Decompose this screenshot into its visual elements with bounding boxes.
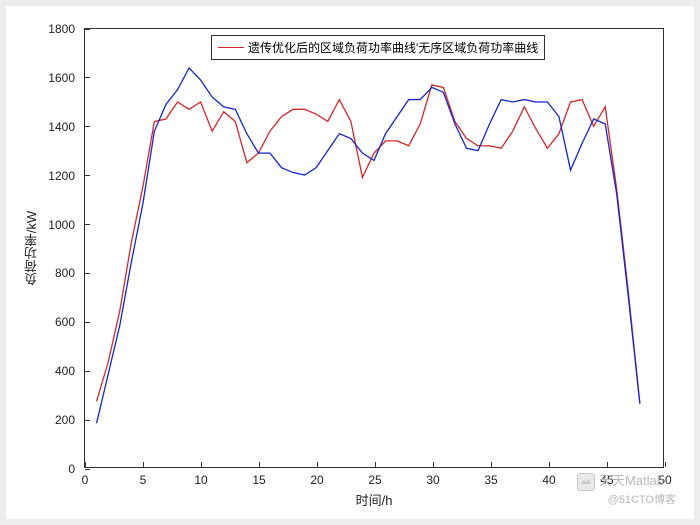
y-tick-mark — [85, 469, 90, 470]
x-tick-label: 50 — [658, 473, 671, 487]
x-tick-mark — [317, 462, 318, 467]
series-line — [97, 68, 640, 423]
axes: 遗传优化后的区域负荷功率曲线'无序区域负荷功率曲线 05101520253035… — [84, 28, 664, 468]
y-tick-mark — [85, 77, 90, 78]
x-tick-label: 45 — [600, 473, 613, 487]
x-tick-mark — [375, 462, 376, 467]
x-tick-label: 30 — [426, 473, 439, 487]
watermark-line2: @51CTO博客 — [608, 491, 676, 507]
y-tick-mark — [85, 273, 90, 274]
x-tick-label: 0 — [82, 473, 89, 487]
x-tick-mark — [491, 462, 492, 467]
x-tick-mark — [143, 462, 144, 467]
x-tick-mark — [433, 462, 434, 467]
y-axis-label: 负荷功率/kW — [22, 211, 41, 285]
y-tick-mark — [85, 322, 90, 323]
figure-window: 遗传优化后的区域负荷功率曲线'无序区域负荷功率曲线 0 5 10 15 20 25 30 35… — [6, 6, 694, 519]
y-tick-mark — [85, 224, 90, 225]
y-tick-mark — [85, 126, 90, 127]
x-tick-label: 15 — [252, 473, 265, 487]
x-axis-label: 时间/h — [356, 490, 393, 509]
y-tick-mark — [85, 175, 90, 176]
x-tick-label: 20 — [310, 473, 323, 487]
x-tick-mark — [201, 462, 202, 467]
x-tick-mark — [85, 462, 86, 467]
plot-area — [85, 29, 663, 467]
series-line — [97, 85, 640, 404]
legend-label: 遗传优化后的区域负荷功率曲线'无序区域负荷功率曲线 — [248, 39, 538, 56]
x-tick-label: 25 — [368, 473, 381, 487]
wechat-icon — [577, 473, 595, 491]
x-tick-mark — [549, 462, 550, 467]
x-tick-mark — [259, 462, 260, 467]
y-tick-mark — [85, 29, 90, 30]
x-tick-label: 35 — [484, 473, 497, 487]
x-tick-label: 40 — [542, 473, 555, 487]
y-tick-mark — [85, 371, 90, 372]
x-tick-mark — [607, 462, 608, 467]
watermark-line1: 天天Matlab — [577, 470, 664, 491]
legend[interactable]: 遗传优化后的区域负荷功率曲线'无序区域负荷功率曲线 — [211, 35, 545, 60]
x-tick-label: 5 — [140, 473, 147, 487]
x-tick-label: 10 — [194, 473, 207, 487]
legend-swatch — [218, 47, 244, 48]
x-tick-mark — [665, 462, 666, 467]
y-tick-mark — [85, 420, 90, 421]
